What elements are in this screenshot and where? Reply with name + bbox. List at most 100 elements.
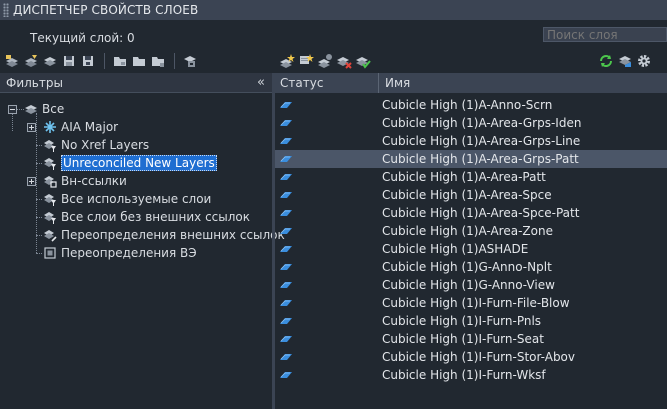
table-row[interactable]: Cubicle High (1)I-Furn-Pnls	[275, 312, 667, 330]
status-cell[interactable]	[275, 335, 379, 343]
filter-item-xref-overrides[interactable]: Переопределения внешних ссылок	[42, 226, 285, 244]
settings-icon[interactable]	[181, 53, 198, 69]
column-header-status[interactable]: Статус	[275, 73, 379, 93]
status-cell[interactable]	[275, 353, 379, 361]
layer-name-cell[interactable]: Cubicle High (1)I-Furn-Pnls	[379, 314, 541, 328]
layer-name-cell[interactable]: Cubicle High (1)ASHADE	[379, 242, 528, 256]
layer-status-icon	[280, 264, 292, 270]
layer-status-icon	[280, 102, 292, 108]
layer-transparency-icon[interactable]	[616, 53, 633, 69]
filter-item-label: Unreconciled New Layers	[61, 155, 217, 171]
layer-name-cell[interactable]: Cubicle High (1)A-Anno-Scrn	[379, 98, 552, 112]
table-row[interactable]: Cubicle High (1)A-Area-Grps-Iden	[275, 114, 667, 132]
filter-item-label: Переопределения ВЭ	[61, 246, 197, 260]
layer-name-cell[interactable]: Cubicle High (1)A-Area-Zone	[379, 224, 553, 238]
table-row[interactable]: Cubicle High (1)I-Furn-File-Blow	[275, 294, 667, 312]
xref-filter-icon	[42, 173, 58, 189]
layer-name-cell[interactable]: Cubicle High (1)G-Anno-View	[379, 278, 555, 292]
snowflake-filter-icon	[42, 119, 58, 135]
expand-xref-toggle[interactable]	[27, 177, 36, 186]
layer-name-cell[interactable]: Cubicle High (1)G-Anno-Nplt	[379, 260, 552, 274]
status-cell[interactable]	[275, 227, 379, 235]
status-cell[interactable]	[275, 101, 379, 109]
filter-item-label: Переопределения внешних ссылок	[61, 228, 285, 242]
table-row[interactable]: Cubicle High (1)A-Area-Spce	[275, 186, 667, 204]
save-state-icon[interactable]	[60, 53, 77, 69]
layer-status-icon	[280, 318, 292, 324]
filter-item-xrefs[interactable]: Вн-ссылки	[42, 172, 127, 190]
table-row[interactable]: Cubicle High (1)A-Area-Grps-Line	[275, 132, 667, 150]
layers-icon	[23, 101, 39, 117]
new-layer-vp-frozen-icon[interactable]	[297, 53, 314, 69]
status-cell[interactable]	[275, 173, 379, 181]
layer-name-cell[interactable]: Cubicle High (1)I-Furn-Stor-Abov	[379, 350, 575, 364]
layer-name-cell[interactable]: Cubicle High (1)I-Furn-Wksf	[379, 368, 546, 382]
table-row[interactable]: Cubicle High (1)A-Area-Spce-Patt	[275, 204, 667, 222]
layer-status-icon	[280, 336, 292, 342]
set-current-icon[interactable]	[354, 53, 371, 69]
layer-grid-header: Статус Имя	[275, 73, 667, 93]
filter-item-used-layers[interactable]: Все используемые слои	[42, 190, 211, 208]
filter-item-unreconciled-new-layers[interactable]: Unreconciled New Layers	[42, 154, 217, 172]
layer-name-cell[interactable]: Cubicle High (1)I-Furn-File-Blow	[379, 296, 570, 310]
status-cell[interactable]	[275, 155, 379, 163]
status-cell[interactable]	[275, 209, 379, 217]
rename-icon[interactable]	[149, 53, 166, 69]
drag-grip[interactable]	[3, 3, 9, 17]
new-layer-icon[interactable]	[278, 53, 295, 69]
layer-name-cell[interactable]: Cubicle High (1)A-Area-Grps-Patt	[379, 152, 579, 166]
table-row[interactable]: Cubicle High (1)A-Area-Grps-Patt	[275, 150, 667, 168]
status-cell[interactable]	[275, 137, 379, 145]
expand-aia-major-toggle[interactable]	[27, 123, 36, 132]
status-cell[interactable]	[275, 371, 379, 379]
merge-icon[interactable]	[111, 53, 128, 69]
tree-line	[36, 113, 37, 253]
restore-state-icon[interactable]	[79, 53, 96, 69]
filter-item-label: No Xref Layers	[61, 138, 150, 152]
layer-name-cell[interactable]: Cubicle High (1)A-Area-Grps-Line	[379, 134, 580, 148]
status-cell[interactable]	[275, 263, 379, 271]
filter-item-all[interactable]: Все	[23, 100, 64, 118]
filter-item-aia-major[interactable]: AIA Major	[42, 118, 118, 136]
layer-settings-icon[interactable]	[316, 53, 333, 69]
search-layer-input[interactable]	[543, 27, 667, 42]
layer-name-cell[interactable]: Cubicle High (1)A-Area-Spce-Patt	[379, 206, 579, 220]
move-icon[interactable]	[130, 53, 147, 69]
override-filter-icon	[42, 227, 58, 243]
new-group-filter-icon[interactable]	[22, 53, 39, 69]
layer-name-cell[interactable]: Cubicle High (1)I-Furn-Seat	[379, 332, 544, 346]
status-cell[interactable]	[275, 119, 379, 127]
filter-item-viewport-overrides[interactable]: Переопределения ВЭ	[42, 244, 197, 262]
filter-item-non-xref-layers[interactable]: Все слои без внешних ссылок	[42, 208, 250, 226]
table-row[interactable]: Cubicle High (1)G-Anno-View	[275, 276, 667, 294]
refresh-icon[interactable]	[597, 53, 614, 69]
table-row[interactable]: Cubicle High (1)A-Anno-Scrn	[275, 96, 667, 114]
table-row[interactable]: Cubicle High (1)I-Furn-Wksf	[275, 366, 667, 384]
filters-header: Фильтры «	[0, 73, 272, 93]
collapse-all-toggle[interactable]	[8, 105, 17, 114]
table-row[interactable]: Cubicle High (1)ASHADE	[275, 240, 667, 258]
new-property-filter-icon[interactable]	[3, 53, 20, 69]
table-row[interactable]: Cubicle High (1)A-Area-Patt	[275, 168, 667, 186]
table-row[interactable]: Cubicle High (1)I-Furn-Seat	[275, 330, 667, 348]
status-cell[interactable]	[275, 317, 379, 325]
table-row[interactable]: Cubicle High (1)I-Furn-Stor-Abov	[275, 348, 667, 366]
status-cell[interactable]	[275, 299, 379, 307]
filter-item-label: Все используемые слои	[61, 192, 212, 206]
delete-layer-icon[interactable]	[335, 53, 352, 69]
layer-name-cell[interactable]: Cubicle High (1)A-Area-Patt	[379, 170, 546, 184]
layer-name-cell[interactable]: Cubicle High (1)A-Area-Grps-Iden	[379, 116, 581, 130]
column-header-name[interactable]: Имя	[379, 76, 410, 90]
table-row[interactable]: Cubicle High (1)G-Anno-Nplt	[275, 258, 667, 276]
layer-status-icon	[280, 372, 292, 378]
table-row[interactable]: Cubicle High (1)A-Area-Zone	[275, 222, 667, 240]
column-header-label: Имя	[385, 76, 411, 90]
status-cell[interactable]	[275, 191, 379, 199]
status-cell[interactable]	[275, 245, 379, 253]
collapse-panel-icon[interactable]: «	[257, 75, 266, 90]
layer-states-manager-icon[interactable]	[41, 53, 58, 69]
layer-name-cell[interactable]: Cubicle High (1)A-Area-Spce	[379, 188, 552, 202]
settings-gear-icon[interactable]	[635, 53, 652, 69]
filter-item-no-xref-layers[interactable]: No Xref Layers	[42, 136, 149, 154]
status-cell[interactable]	[275, 281, 379, 289]
